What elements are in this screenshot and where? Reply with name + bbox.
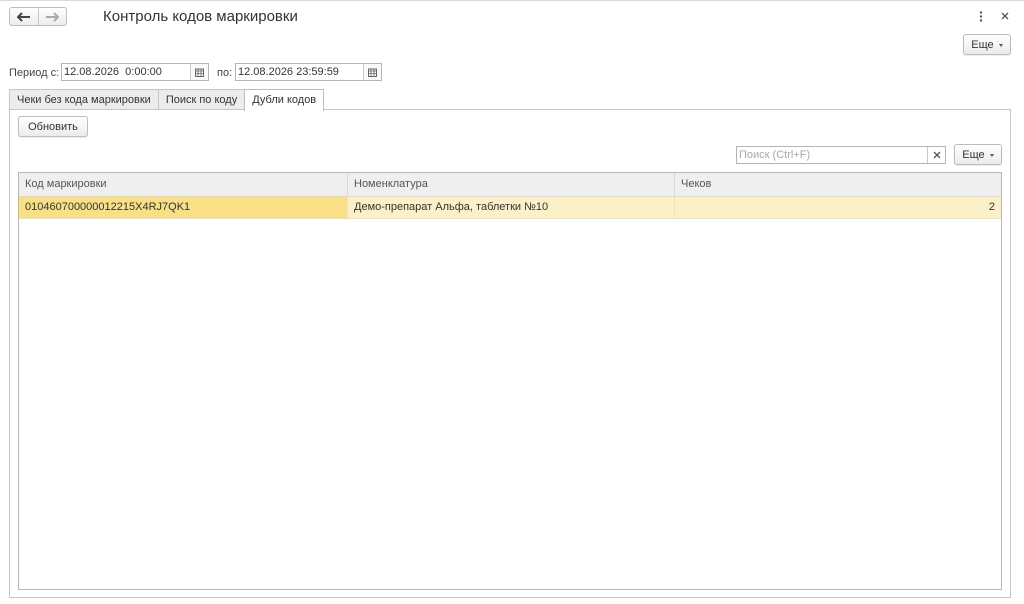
tab-code-duplicates[interactable]: Дубли кодов [244,89,325,111]
column-header-code[interactable]: Код маркировки [19,173,348,196]
period-to-label: по: [217,67,233,79]
window-top-border [0,0,1024,1]
search-input[interactable] [737,147,927,163]
calendar-icon[interactable] [363,64,381,80]
refresh-button[interactable]: Обновить [18,116,88,137]
back-button[interactable] [10,8,38,25]
form-more-button[interactable]: Еще [963,34,1011,55]
cell-item[interactable]: Демо-препарат Альфа, таблетки №10 [348,197,675,218]
tab-no-code-receipts[interactable]: Чеки без кода маркировки [9,89,159,110]
period-from-value: 12.08.2026 0:00:00 [64,66,162,78]
table-more-button[interactable]: Еще [954,144,1002,165]
period-to-field[interactable]: 12.08.2026 23:59:59 [235,63,382,81]
duplicates-table: Код маркировки Номенклатура Чеков 010460… [18,172,1002,590]
clear-search-button[interactable] [927,147,945,163]
table-row[interactable]: 010460700000012215X4RJ7QK1 Демо-препарат… [19,197,1001,219]
column-header-item[interactable]: Номенклатура [348,173,675,196]
clear-icon [933,151,940,159]
chevron-down-icon [989,153,994,157]
table-more-label: Еще [962,148,985,161]
period-from-label: Период с: [9,67,60,79]
search-box [736,146,946,164]
period-to-value: 12.08.2026 23:59:59 [238,66,339,78]
form-more-label: Еще [971,38,994,51]
calendar-icon[interactable] [190,64,208,80]
arrow-left-icon [16,11,30,22]
forward-button[interactable] [37,8,67,25]
arrow-right-icon [46,11,60,22]
more-actions-icon[interactable] [976,9,986,25]
refresh-button-label: Обновить [28,120,78,133]
column-header-count[interactable]: Чеков [675,173,1001,196]
tab-search-by-code[interactable]: Поиск по коду [157,89,246,110]
page-title: Контроль кодов маркировки [103,8,298,25]
cell-count[interactable]: 2 [675,197,1001,218]
cell-code[interactable]: 010460700000012215X4RJ7QK1 [19,197,348,218]
navigation-buttons [9,7,67,26]
table-header: Код маркировки Номенклатура Чеков [19,173,1001,197]
period-from-field[interactable]: 12.08.2026 0:00:00 [61,63,209,81]
close-icon[interactable] [999,9,1011,23]
chevron-down-icon [998,43,1003,47]
tab-bar: Чеки без кода маркировки Поиск по коду Д… [9,89,325,111]
